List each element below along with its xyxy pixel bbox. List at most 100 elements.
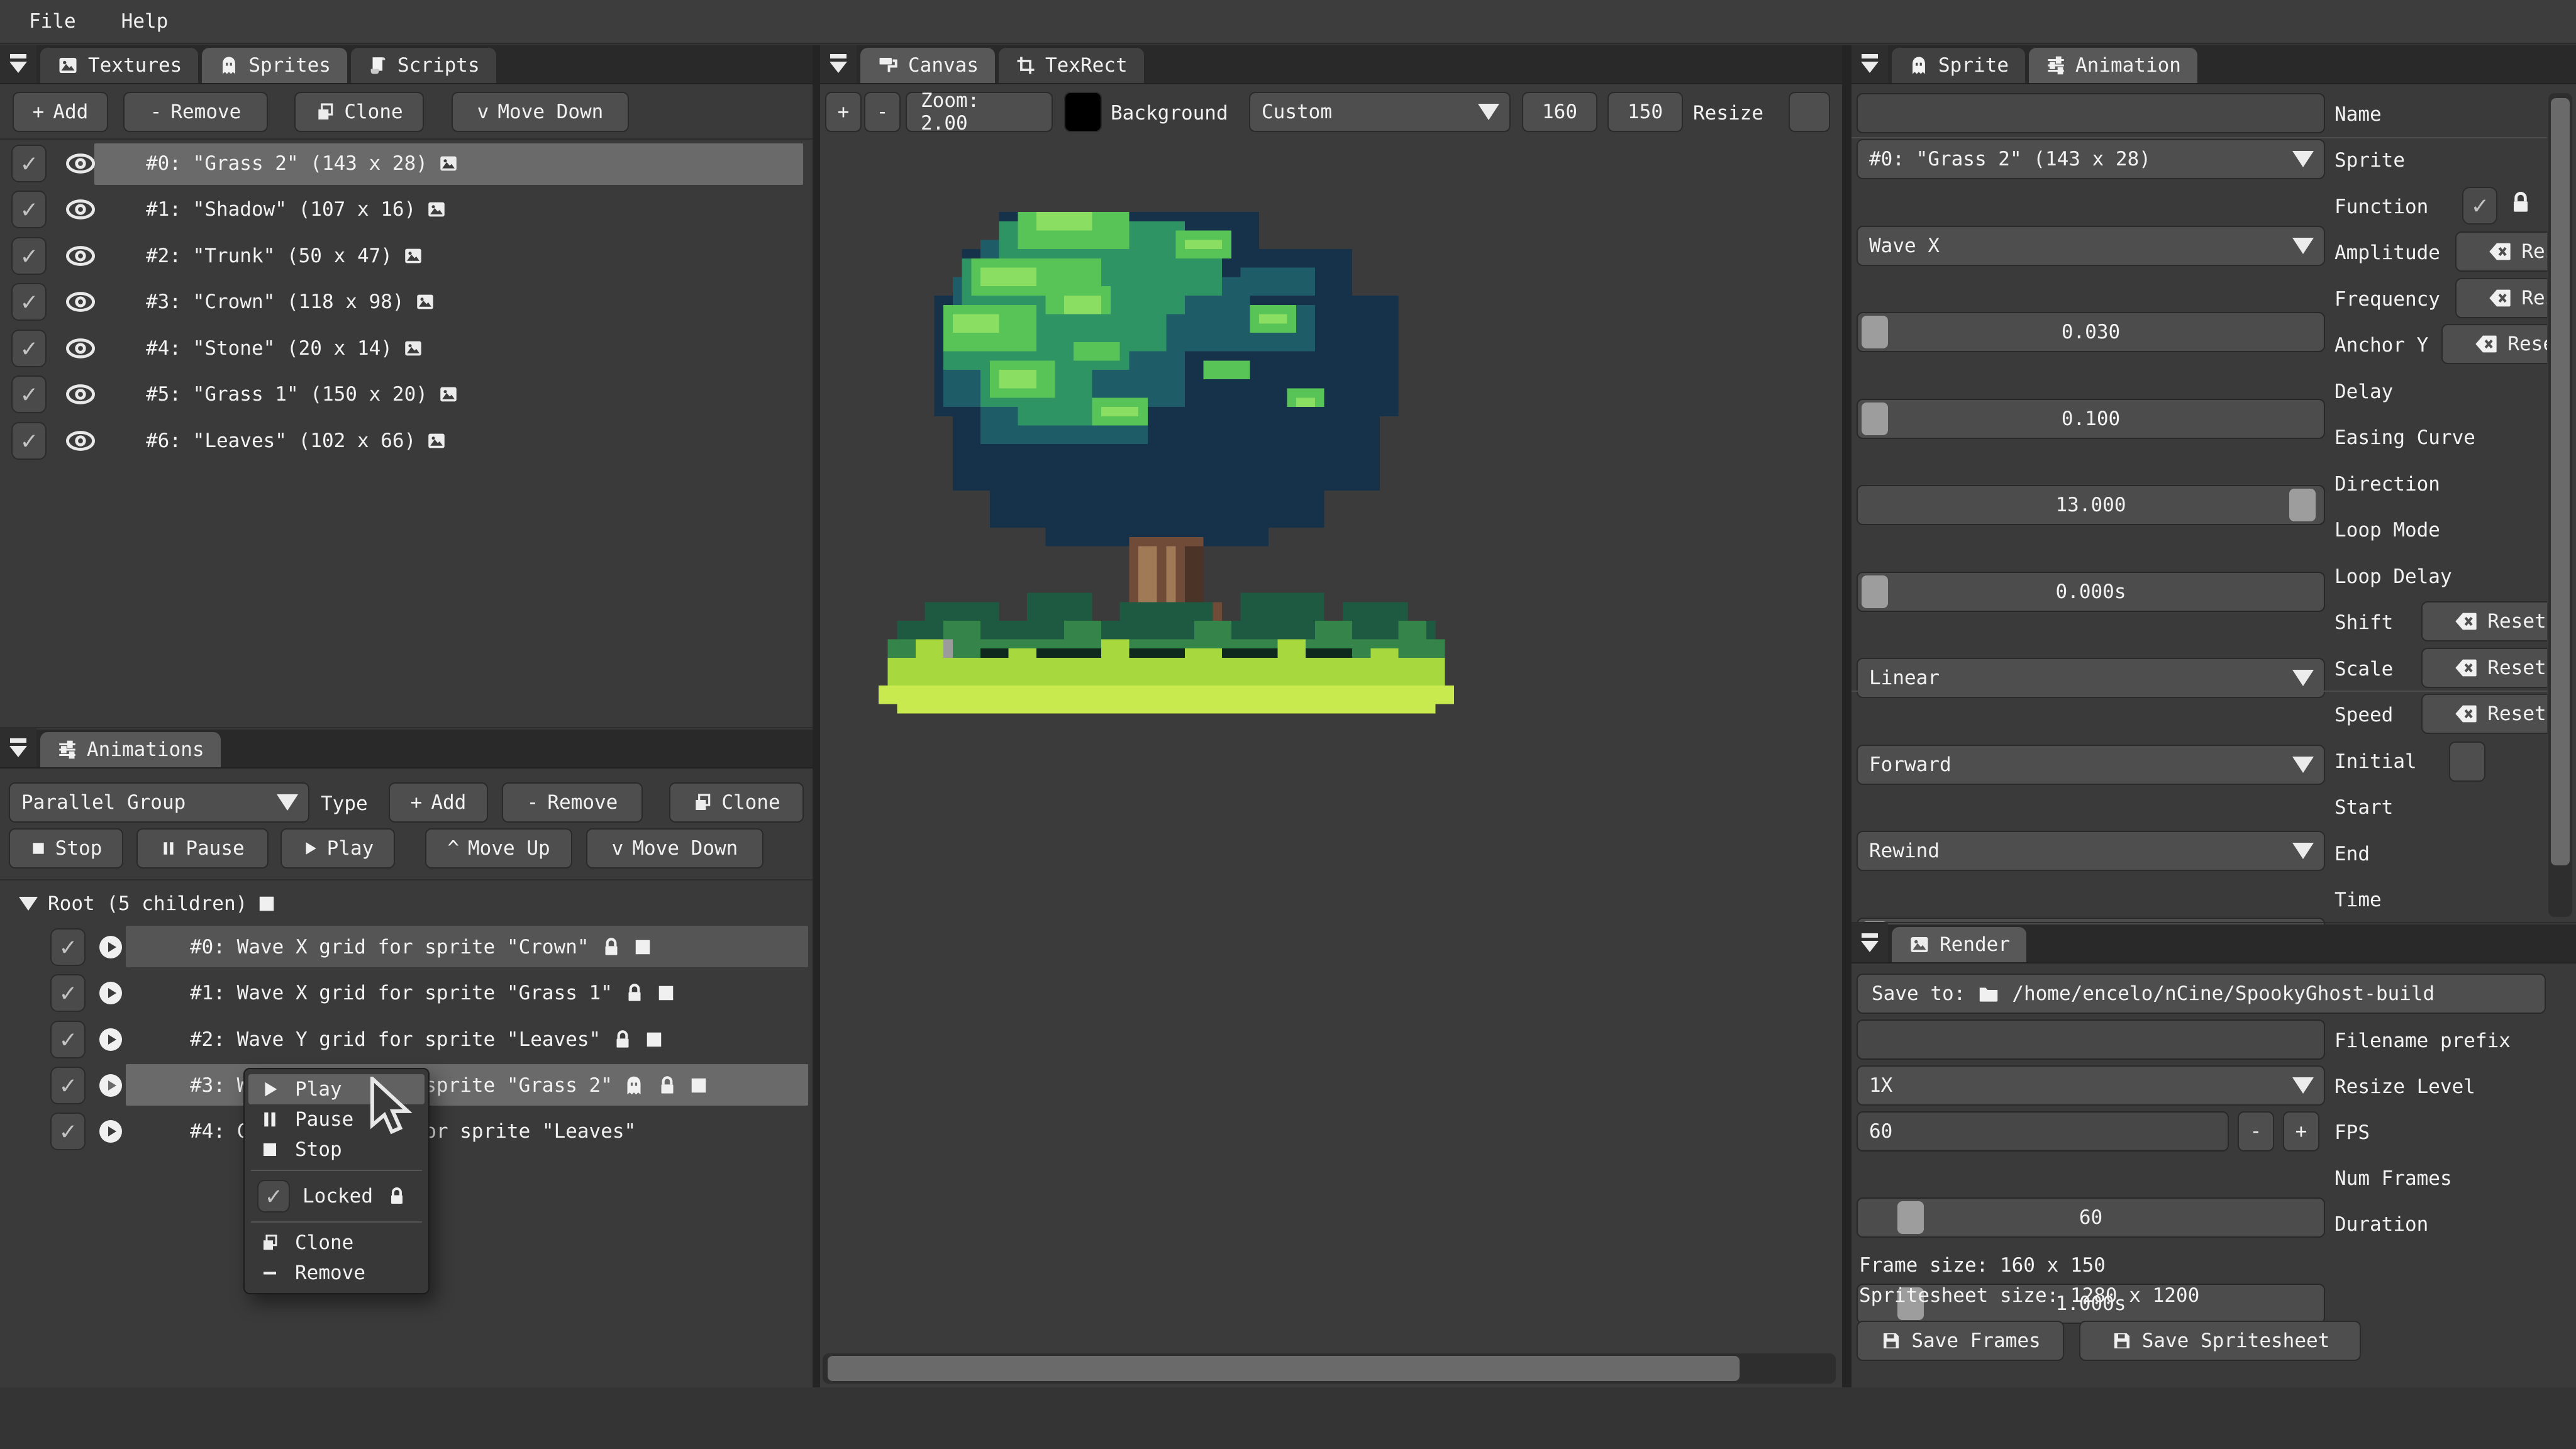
eye-icon[interactable] [64,193,97,226]
stop-state-icon[interactable] [645,1030,663,1049]
collapse-arrow-icon[interactable] [0,45,36,83]
lock-icon[interactable] [2507,189,2534,216]
filename-prefix-input[interactable] [1857,1019,2325,1060]
anchor-y-slider[interactable]: 13.000 [1857,485,2325,525]
context-clone-item[interactable]: Clone [248,1228,425,1258]
initial-extra-button[interactable] [2449,741,2485,782]
direction-dropdown[interactable]: Forward [1857,745,2325,785]
sprite-dropdown[interactable]: #0: "Grass 2" (143 x 28) [1857,139,2325,179]
canvas-h-scrollbar[interactable] [823,1353,1836,1384]
function-enabled-checkbox[interactable]: ✓ [2462,187,2497,225]
sprite-row[interactable]: ✓ #2: "Trunk" (50 x 47) [11,237,424,275]
animation-enabled-checkbox[interactable]: ✓ [50,974,86,1012]
sprite-remove-button[interactable]: - Remove [123,92,268,132]
scale-reset-button[interactable]: Reset [2421,648,2547,688]
eye-icon[interactable] [64,378,97,411]
zoom-out-button[interactable]: - [864,92,901,132]
collapse-arrow-icon[interactable] [1852,45,1888,83]
sprite-row[interactable]: ✓ #5: "Grass 1" (150 x 20) [11,375,459,413]
play-circle-icon[interactable] [96,1024,126,1055]
sprite-visible-checkbox[interactable]: ✓ [11,237,47,275]
tab-scripts[interactable]: Scripts [351,48,496,83]
animation-enabled-checkbox[interactable]: ✓ [50,1021,86,1058]
eye-icon[interactable] [64,147,97,180]
function-dropdown[interactable]: Wave X [1857,226,2325,266]
tab-texrect[interactable]: TexRect [999,48,1144,83]
sprite-row[interactable]: ✓ #4: "Stone" (20 x 14) [11,330,424,367]
sprite-visible-checkbox[interactable]: ✓ [11,422,47,460]
sprite-visible-checkbox[interactable]: ✓ [11,191,47,228]
tab-animation[interactable]: Animation [2029,48,2197,83]
play-circle-icon[interactable] [96,932,126,962]
sprite-visible-checkbox[interactable]: ✓ [11,145,47,182]
inspector-v-scrollbar-thumb[interactable] [2551,98,2570,865]
tab-render[interactable]: Render [1892,927,2026,962]
stop-state-icon[interactable] [689,1076,708,1095]
eye-icon[interactable] [64,332,97,365]
save-to-button[interactable]: Save to: /home/encelo/nCine/SpookyGhost-… [1857,974,2546,1014]
loop-mode-dropdown[interactable]: Rewind [1857,831,2325,871]
zoom-in-button[interactable]: + [825,92,862,132]
sprite-row[interactable]: ✓ #1: "Shadow" (107 x 16) [11,191,447,228]
tab-animations[interactable]: Animations [40,732,221,767]
delay-slider[interactable]: 0.000s [1857,572,2325,612]
fps-minus-button[interactable]: - [2238,1111,2274,1152]
eye-icon[interactable] [64,240,97,272]
amplitude-reset-button[interactable]: Reset [2455,231,2547,272]
stop-state-icon[interactable] [633,938,652,957]
background-mode-dropdown[interactable]: Custom [1249,92,1511,132]
tab-textures[interactable]: Textures [40,48,198,83]
tab-sprite[interactable]: Sprite [1892,48,2025,83]
loop-delay-slider[interactable]: 0.000s [1857,918,2325,924]
tab-canvas[interactable]: Canvas [860,48,995,83]
sprite-clone-button[interactable]: Clone [294,92,424,132]
animation-type-dropdown[interactable]: Parallel Group [9,782,309,823]
num-frames-slider[interactable]: 60 [1857,1197,2325,1238]
fps-plus-button[interactable]: + [2283,1111,2319,1152]
tab-sprites[interactable]: Sprites [202,48,347,83]
play-circle-icon[interactable] [96,1070,126,1101]
play-circle-icon[interactable] [96,978,126,1008]
fps-input[interactable]: 60 [1857,1111,2229,1152]
sprite-visible-checkbox[interactable]: ✓ [11,330,47,367]
animation-move-up-button[interactable]: ^ Move Up [425,828,572,869]
canvas-width-field[interactable]: 160 [1522,92,1597,132]
stop-state-icon[interactable] [657,984,675,1002]
save-frames-button[interactable]: Save Frames [1857,1321,2064,1361]
menu-help[interactable]: Help [115,8,175,35]
sprite-visible-checkbox[interactable]: ✓ [11,375,47,413]
canvas-height-field[interactable]: 150 [1607,92,1683,132]
save-spritesheet-button[interactable]: Save Spritesheet [2079,1321,2361,1361]
inspector-v-scrollbar[interactable] [2548,93,2572,917]
amplitude-slider[interactable]: 0.030 [1857,312,2325,352]
sprite-row[interactable]: ✓ #3: "Crown" (118 x 98) [11,283,436,321]
animation-row[interactable]: ✓ #1: Wave X grid for sprite "Grass 1" [50,974,675,1012]
context-remove-item[interactable]: Remove [248,1258,425,1288]
sprite-row[interactable]: ✓ #6: "Leaves" (102 x 66) [11,422,447,460]
sprite-move-down-button[interactable]: v Move Down [452,92,629,132]
play-circle-icon[interactable] [96,1116,126,1146]
collapse-arrow-icon[interactable] [1852,923,1888,962]
animation-play-button[interactable]: Play [280,828,395,869]
background-color-swatch[interactable] [1064,92,1102,132]
collapse-arrow-icon[interactable] [820,45,857,83]
sprite-add-button[interactable]: + Add [13,92,108,132]
animation-root-row[interactable]: Root (5 children) [19,886,276,922]
easing-curve-dropdown[interactable]: Linear [1857,658,2325,698]
locked-checkbox[interactable]: ✓ [257,1180,290,1213]
eye-icon[interactable] [64,425,97,457]
context-stop-item[interactable]: Stop [248,1135,425,1165]
speed-reset-button[interactable]: Reset [2421,694,2547,734]
canvas-h-scrollbar-thumb[interactable] [828,1356,1740,1381]
animation-pause-button[interactable]: Pause [136,828,269,869]
sprite-row[interactable]: ✓ #0: "Grass 2" (143 x 28) [11,145,459,182]
animation-remove-button[interactable]: - Remove [502,782,643,823]
zoom-level-button[interactable]: Zoom: 2.00 [906,92,1053,132]
canvas-sprite-scene[interactable] [869,175,1463,732]
animation-stop-button[interactable]: Stop [9,828,123,869]
resize-level-dropdown[interactable]: 1X [1857,1065,2325,1106]
animation-move-down-button[interactable]: v Move Down [586,828,763,869]
animation-enabled-checkbox[interactable]: ✓ [50,928,86,966]
context-locked-item[interactable]: ✓ Locked [248,1176,425,1216]
resize-extra-button[interactable] [1789,92,1830,132]
